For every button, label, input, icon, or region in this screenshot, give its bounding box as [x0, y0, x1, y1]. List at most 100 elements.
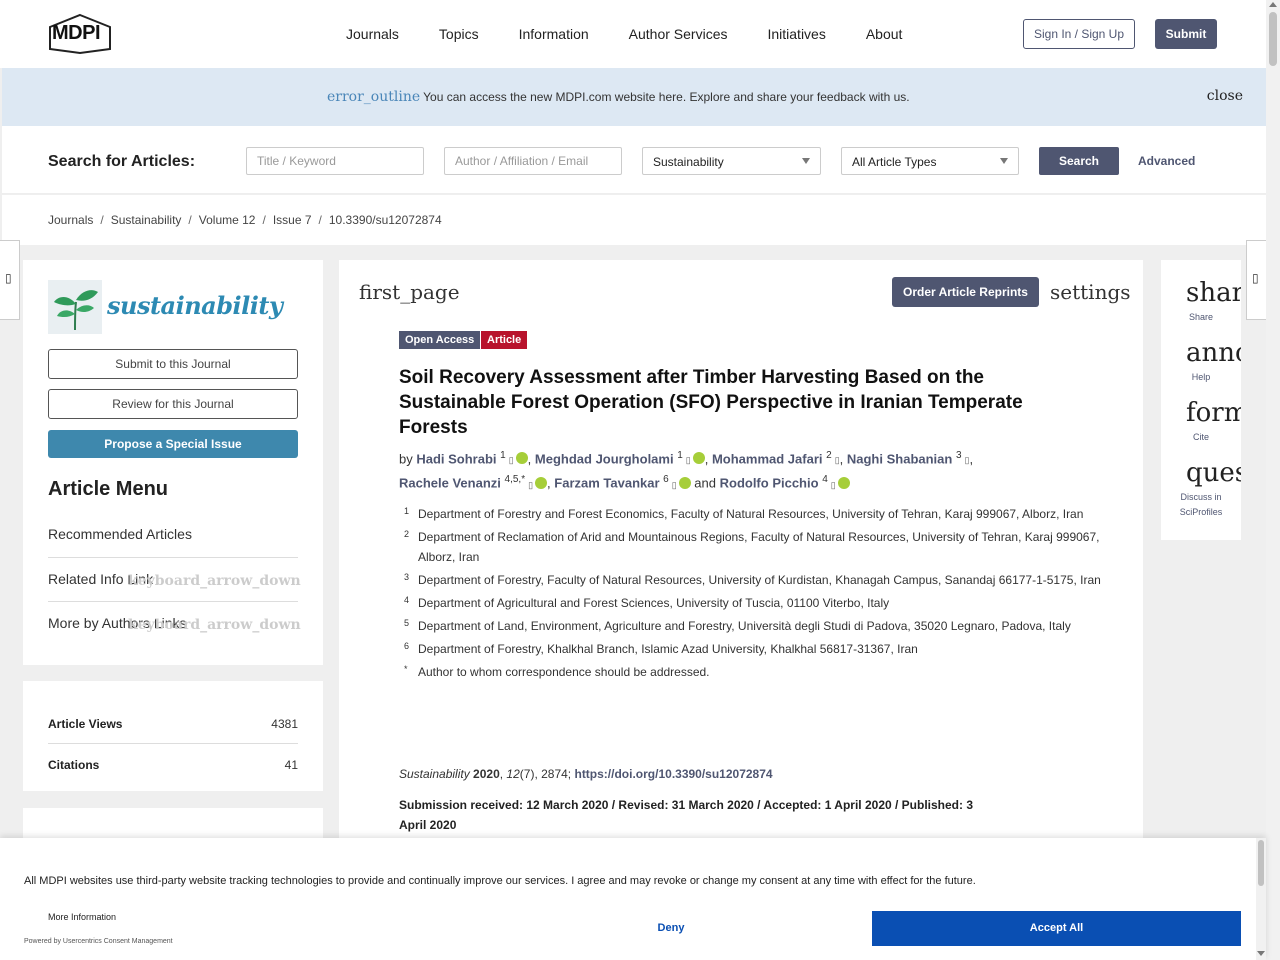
- affiliation-text: Department of Land, Environment, Agricul…: [418, 619, 1071, 633]
- page-scrollbar[interactable]: [1266, 0, 1280, 960]
- more-information-link[interactable]: More Information: [48, 912, 116, 922]
- first-page-icon[interactable]: first_page: [359, 280, 460, 304]
- toggle-icon: ▯: [5, 271, 12, 285]
- scroll-down-icon[interactable]: [1257, 951, 1265, 956]
- author-separator: ,: [969, 451, 974, 467]
- journal-logo[interactable]: [48, 280, 102, 334]
- journal-sidebar: sustainability Submit to this Journal Re…: [23, 260, 323, 665]
- author-name[interactable]: Mohammad Jafari: [712, 451, 823, 466]
- consent-scrollbar[interactable]: [1256, 838, 1266, 960]
- crumb-journal[interactable]: Sustainability: [111, 213, 182, 227]
- crumb-separator: /: [100, 213, 104, 227]
- journal-select-value: Sustainability: [653, 155, 724, 169]
- by-label: by: [399, 451, 417, 467]
- mdpi-logo[interactable]: MDPI: [48, 13, 112, 55]
- nav-initiatives[interactable]: Initiatives: [767, 26, 825, 42]
- article-actions: share Share announcement Help format_quo…: [1161, 260, 1241, 540]
- help-action[interactable]: announcement Help: [1161, 338, 1241, 388]
- nav-information[interactable]: Information: [519, 26, 589, 42]
- crumb-doi: 10.3390/su12072874: [328, 213, 442, 227]
- advanced-search-link[interactable]: Advanced: [1138, 154, 1195, 168]
- main-nav: Journals Topics Information Author Servi…: [346, 26, 942, 42]
- nav-author-services[interactable]: Author Services: [629, 26, 728, 42]
- affiliation-text: Department of Reclamation of Arid and Mo…: [418, 530, 1100, 564]
- banner-link[interactable]: the new MDPI.com website here: [510, 90, 683, 104]
- envelope-icon[interactable]: ▯: [831, 480, 836, 490]
- author-name[interactable]: Naghi Shabanian: [847, 451, 952, 466]
- envelope-icon[interactable]: ▯: [672, 480, 677, 490]
- crumb-journals[interactable]: Journals: [48, 213, 93, 227]
- scrollbar-thumb[interactable]: [1269, 12, 1277, 66]
- author-name[interactable]: Rachele Venanzi: [399, 476, 501, 491]
- article-stats: Article Views 4381 Citations 41: [23, 681, 323, 791]
- sign-in-button[interactable]: Sign In / Sign Up: [1023, 19, 1135, 49]
- nav-topics[interactable]: Topics: [439, 26, 479, 42]
- settings-icon[interactable]: settings: [1050, 280, 1131, 304]
- orcid-icon[interactable]: [692, 452, 705, 465]
- search-bar: Search for Articles: Title / Keyword Aut…: [2, 126, 1266, 194]
- submit-button[interactable]: Submit: [1155, 19, 1217, 49]
- crumb-volume[interactable]: Volume 12: [199, 213, 256, 227]
- orcid-icon[interactable]: [837, 476, 850, 489]
- envelope-icon[interactable]: ▯: [528, 480, 533, 490]
- breadcrumb-trail: Journals / Sustainability / Volume 12 / Issue …: [48, 213, 442, 227]
- orcid-icon[interactable]: [515, 452, 528, 465]
- journal-select[interactable]: Sustainability: [642, 147, 821, 175]
- title-keyword-input[interactable]: Title / Keyword: [246, 147, 424, 175]
- stat-label: Citations: [48, 758, 100, 772]
- right-panel-toggle[interactable]: ▯: [1246, 240, 1266, 320]
- toggle-icon: ▯: [1252, 271, 1259, 285]
- author-name[interactable]: Farzam Tavankar: [554, 476, 659, 491]
- nav-about[interactable]: About: [866, 26, 903, 42]
- orcid-icon[interactable]: [535, 476, 548, 489]
- author-name[interactable]: Hadi Sohrabi: [416, 451, 496, 466]
- article-panel: first_page Order Article Reprints settin…: [339, 260, 1143, 860]
- envelope-icon[interactable]: ▯: [509, 455, 514, 465]
- close-icon[interactable]: close: [1207, 88, 1243, 104]
- affiliation-text: Department of Forestry and Forest Econom…: [418, 507, 1084, 521]
- crumb-separator: /: [262, 213, 266, 227]
- scroll-up-icon[interactable]: [1269, 2, 1277, 7]
- review-for-journal-button[interactable]: Review for this Journal: [48, 389, 298, 419]
- author-name[interactable]: Meghdad Jourgholami: [535, 451, 674, 466]
- action-label: Help: [1191, 372, 1211, 382]
- stat-article-views[interactable]: Article Views 4381: [48, 704, 298, 744]
- powered-by-text[interactable]: Powered by Usercentrics Consent Manageme…: [24, 938, 173, 945]
- affiliation-number: 5: [404, 618, 410, 628]
- cite-action[interactable]: format_quote Cite: [1161, 398, 1241, 448]
- submit-to-journal-button[interactable]: Submit to this Journal: [48, 349, 298, 379]
- order-reprints-button[interactable]: Order Article Reprints: [892, 277, 1039, 307]
- author-name[interactable]: Rodolfo Picchio: [720, 476, 819, 491]
- affiliation-number: *: [404, 664, 408, 674]
- menu-more-by-authors[interactable]: More by Authors Links keyboard_arrow_dow…: [48, 601, 301, 645]
- share-action[interactable]: share Share: [1161, 278, 1241, 328]
- deny-button[interactable]: Deny: [480, 911, 862, 945]
- affiliation-text: Department of Forestry, Khalkhal Branch,…: [418, 642, 918, 656]
- menu-related-info[interactable]: Related Info Link keyboard_arrow_down: [48, 557, 301, 601]
- affiliation-text: Author to whom correspondence should be …: [418, 665, 710, 679]
- mdpi-logo-text: MDPI: [52, 22, 101, 44]
- stat-citations[interactable]: Citations 41: [48, 745, 298, 785]
- affiliation-number: 1: [404, 506, 410, 516]
- doi-link[interactable]: https://doi.org/10.3390/su12072874: [574, 767, 772, 781]
- publication-dates: Submission received: 12 March 2020 / Rev…: [399, 798, 974, 832]
- breadcrumb: Journals / Sustainability / Volume 12 / Issue …: [2, 195, 1266, 245]
- envelope-icon[interactable]: ▯: [686, 455, 691, 465]
- propose-special-issue-button[interactable]: Propose a Special Issue: [48, 430, 298, 458]
- author-affiliation: 4: [822, 474, 828, 486]
- nav-journals[interactable]: Journals: [346, 26, 399, 42]
- menu-recommended-articles[interactable]: Recommended Articles: [48, 513, 298, 557]
- accept-all-button[interactable]: Accept All: [872, 911, 1241, 946]
- scrollbar-thumb[interactable]: [1258, 840, 1264, 886]
- cite-year: 2020: [469, 767, 500, 781]
- orcid-icon[interactable]: [678, 476, 691, 489]
- journal-name[interactable]: sustainability: [107, 291, 283, 320]
- search-button[interactable]: Search: [1039, 147, 1119, 175]
- crumb-issue[interactable]: Issue 7: [273, 213, 312, 227]
- author-separator: ,: [704, 451, 712, 467]
- left-panel-toggle[interactable]: ▯: [0, 240, 20, 320]
- author-affiliation: 4,5,*: [504, 474, 526, 486]
- article-type-select[interactable]: All Article Types: [841, 147, 1019, 175]
- discuss-action[interactable]: question_answer Discuss in SciProfiles: [1161, 458, 1241, 528]
- author-input[interactable]: Author / Affiliation / Email: [444, 147, 622, 175]
